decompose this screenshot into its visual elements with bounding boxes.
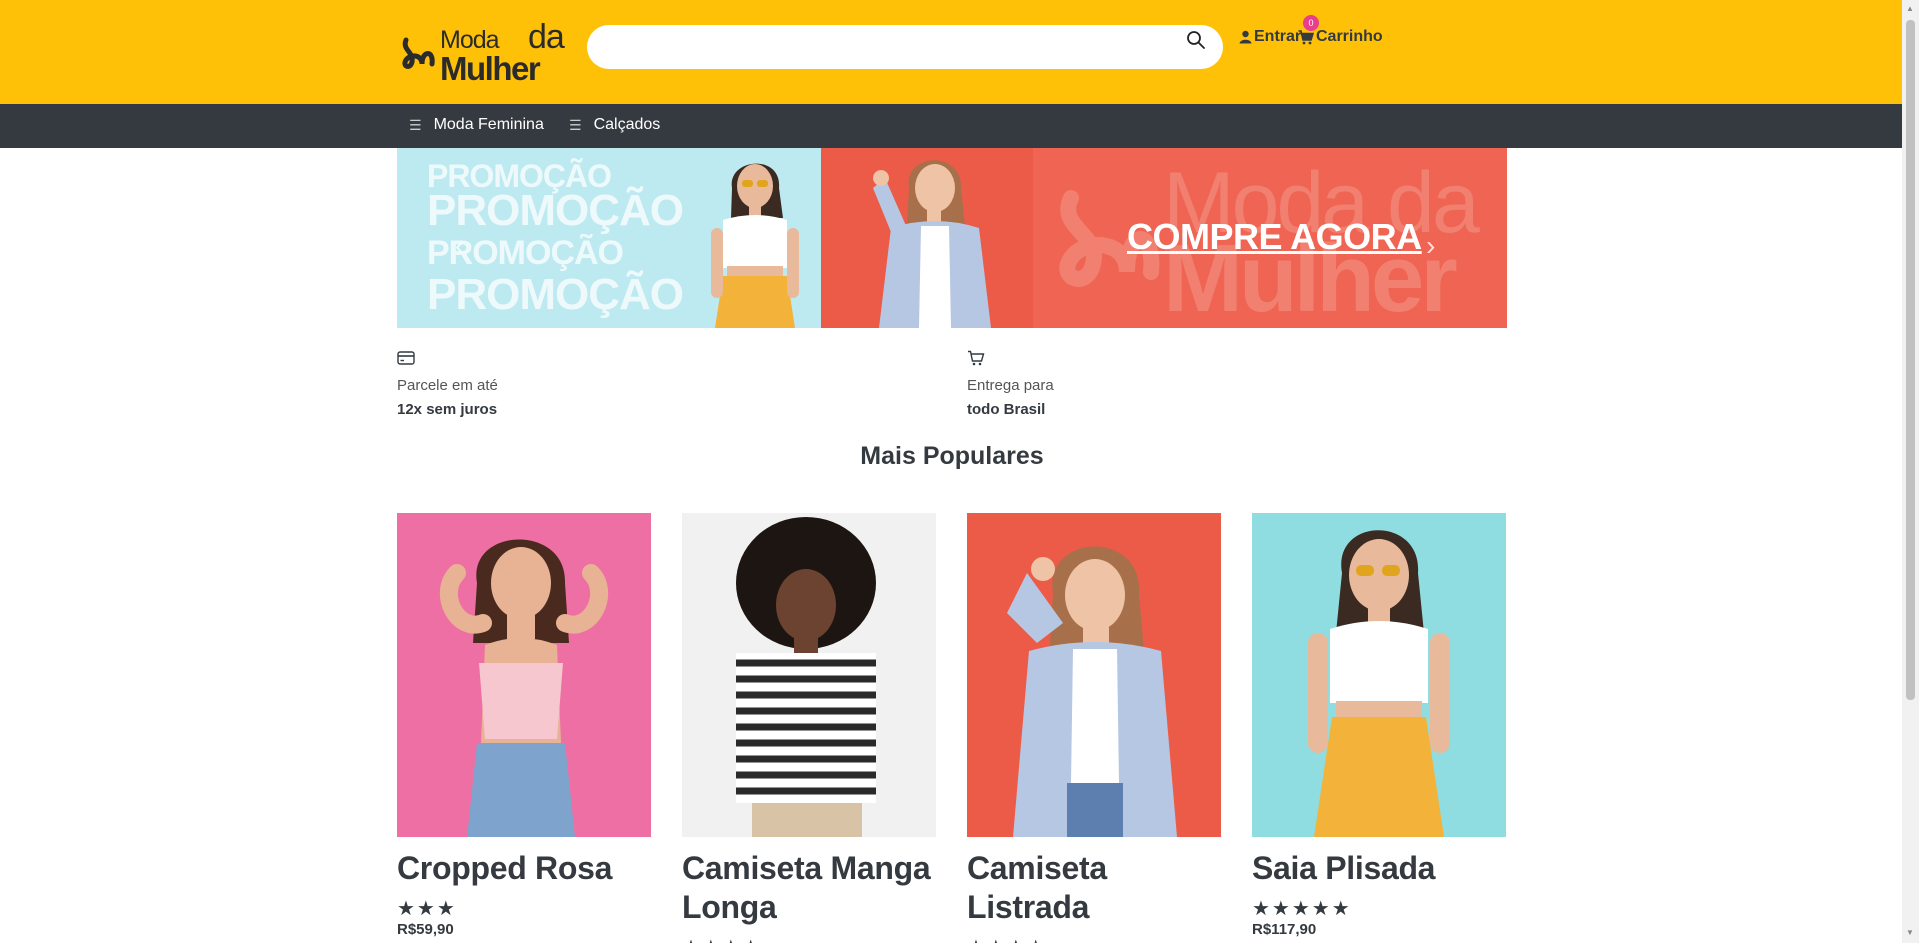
product-image[interactable] <box>682 513 936 837</box>
model-photo-pleated-skirt <box>1308 530 1450 837</box>
model-photo-striped-longsleeve <box>736 517 876 837</box>
product-image[interactable] <box>1252 513 1506 837</box>
info-text: Parcele em até <box>397 377 498 394</box>
credit-card-icon <box>397 351 415 365</box>
cart-icon <box>968 350 985 366</box>
carousel-next-button[interactable]: › <box>1426 230 1435 262</box>
product-card[interactable]: Camiseta Manga Longa ★★★★ <box>682 513 936 943</box>
model-photo-denim-shirt <box>1007 546 1177 837</box>
login-link[interactable]: Entrar <box>1239 28 1301 46</box>
rating-stars: ★★★★ <box>682 935 936 943</box>
search-box[interactable] <box>587 25 1223 69</box>
product-card[interactable]: Camiseta Listrada ★★★★ <box>967 513 1221 943</box>
logo-text-bottom: Mulher <box>440 50 541 87</box>
product-price: R$59,90 <box>397 921 454 938</box>
cart-count-badge: 0 <box>1303 15 1319 31</box>
rating-stars: ★★★★ <box>967 935 1221 943</box>
promo-text: PROMOÇÃO <box>427 270 684 319</box>
rating-stars: ★★★★★ <box>1252 898 1352 920</box>
nav-item-calcados[interactable]: ☰ Calçados <box>569 116 660 134</box>
nav-item-label: Moda Feminina <box>433 116 544 133</box>
info-text-bold: 12x sem juros <box>397 401 498 418</box>
logo-mark-icon <box>402 37 435 69</box>
product-image[interactable] <box>397 513 651 837</box>
scroll-thumb[interactable] <box>1906 20 1915 700</box>
banner-model-panel <box>821 148 1033 328</box>
logo[interactable]: Moda da Mulher <box>400 18 565 87</box>
rating-stars: ★★★ <box>397 898 457 920</box>
top-header: Moda da Mulher Entrar Carrinho 0 <box>0 0 1902 104</box>
search-icon[interactable] <box>1186 30 1206 50</box>
info-text: Entrega para <box>967 377 1054 394</box>
section-title: Mais Populares <box>860 442 1044 470</box>
info-text-bold: todo Brasil <box>967 401 1046 418</box>
product-card[interactable]: Cropped Rosa ★★★ R$59,90 <box>397 513 651 938</box>
nav-item-label: Calçados <box>593 116 661 133</box>
product-name[interactable]: Camiseta Manga Longa <box>682 849 936 927</box>
product-name[interactable]: Cropped Rosa <box>397 849 651 888</box>
delivery-info: Entrega para todo Brasil <box>967 350 1054 422</box>
product-name[interactable]: Camiseta Listrada <box>967 849 1221 927</box>
installments-info: Parcele em até 12x sem juros <box>397 350 498 422</box>
page-scrollbar[interactable]: ▲ ▼ <box>1902 0 1919 943</box>
product-name[interactable]: Saia Plisada <box>1252 849 1506 888</box>
shop-now-link[interactable]: COMPRE AGORA <box>1127 216 1422 258</box>
menu-icon: ☰ <box>569 116 582 133</box>
model-photo-sunglasses <box>711 163 799 328</box>
model-photo-denim-shirt <box>873 160 991 328</box>
product-price: R$117,90 <box>1252 921 1317 938</box>
product-card[interactable]: Saia Plisada ★★★★★ R$117,90 <box>1252 513 1506 938</box>
scroll-up-arrow-icon[interactable]: ▲ <box>1906 4 1914 13</box>
cart-icon <box>1298 29 1314 44</box>
model-photo-pink-top <box>439 539 609 837</box>
menu-icon: ☰ <box>409 116 422 133</box>
scroll-down-arrow-icon[interactable]: ▼ <box>1906 928 1914 937</box>
promo-text: PROMOÇÃO <box>427 186 684 235</box>
user-icon <box>1239 30 1252 44</box>
product-image[interactable] <box>967 513 1221 837</box>
category-nav: ☰ Moda Feminina ☰ Calçados <box>0 104 1902 148</box>
nav-item-moda-feminina[interactable]: ☰ Moda Feminina <box>409 116 544 134</box>
carousel-prev-button[interactable]: ‹ <box>455 230 464 262</box>
login-label: Entrar <box>1254 28 1302 45</box>
promo-banner[interactable]: PROMOÇÃO PROMOÇÃO PROMOÇÃO PROMOÇÃO Moda… <box>397 148 1507 328</box>
search-input[interactable] <box>605 33 1165 61</box>
cart-label: Carrinho <box>1316 28 1383 45</box>
